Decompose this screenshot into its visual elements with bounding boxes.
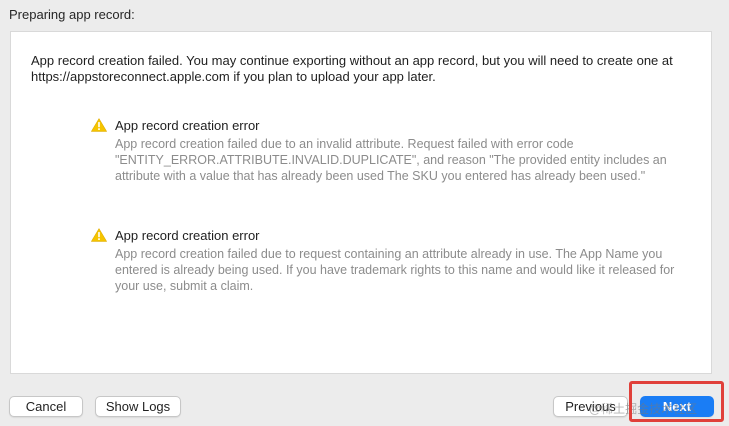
error-description: App record creation failed due to an inv… <box>115 137 667 183</box>
warning-icon <box>91 228 107 242</box>
error-title: App record creation error <box>115 228 260 243</box>
show-logs-button[interactable]: Show Logs <box>95 396 181 417</box>
warning-icon <box>91 118 107 132</box>
previous-button[interactable]: Previous <box>553 396 628 417</box>
intro-message: App record creation failed. You may cont… <box>31 53 673 84</box>
error-title: App record creation error <box>115 118 260 133</box>
next-button[interactable]: Next <box>640 396 714 417</box>
message-panel: App record creation failed. You may cont… <box>10 31 712 374</box>
section-label: Preparing app record: <box>9 7 135 22</box>
error-description: App record creation failed due to reques… <box>115 247 675 293</box>
export-dialog: Preparing app record: App record creatio… <box>0 0 729 426</box>
cancel-button[interactable]: Cancel <box>9 396 83 417</box>
